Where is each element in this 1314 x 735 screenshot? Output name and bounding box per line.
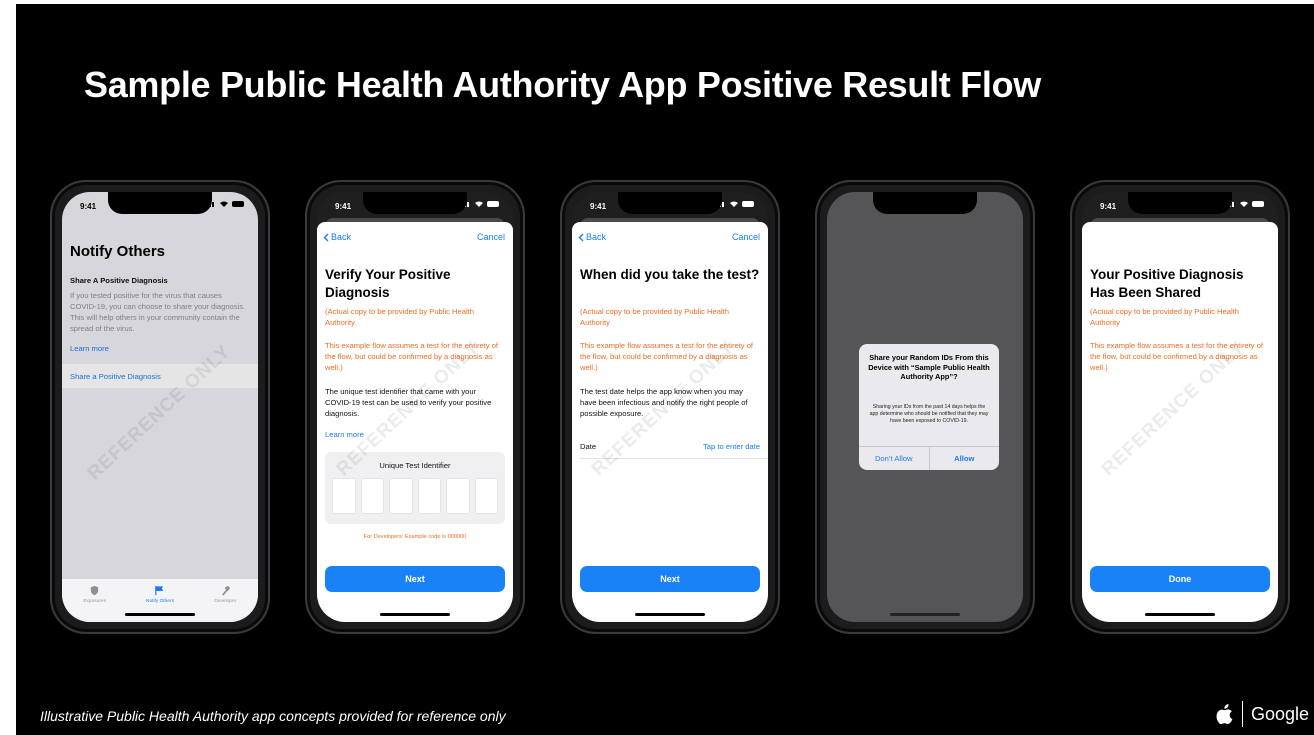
tab-label: Exposures xyxy=(83,599,106,604)
alert-buttons: Don’t Allow Allow xyxy=(859,446,999,470)
screen-title: Verify Your Positive Diagnosis xyxy=(325,267,451,300)
copy-note: (Actual copy to be provided by Public He… xyxy=(580,307,730,327)
status-time: 9:41 xyxy=(335,202,352,211)
code-digit-box[interactable] xyxy=(332,478,356,514)
done-button[interactable]: Done xyxy=(1090,566,1270,592)
phone-screen: 9:41 Back Cancel Verify Your Positive Di… xyxy=(317,192,513,622)
screen-title: When did you take the test? xyxy=(580,267,760,282)
chevron-left-icon xyxy=(578,233,584,241)
date-label: Date xyxy=(580,442,597,451)
cancel-button[interactable]: Cancel xyxy=(732,232,760,242)
battery-icon xyxy=(742,201,754,207)
learn-more-link[interactable]: Learn more xyxy=(325,430,364,439)
phone-screen: 9:41 Your Positive Diagnosis Has Been Sh… xyxy=(1082,192,1278,622)
phone-notch xyxy=(618,192,722,214)
copy-note: (Actual copy to be provided by Public He… xyxy=(325,307,475,327)
body-text: The unique test identifier that came wit… xyxy=(325,387,492,418)
hammer-icon xyxy=(221,585,230,596)
alert-message: Sharing your IDs from the past 14 days h… xyxy=(869,404,989,425)
phone-notch xyxy=(363,192,467,214)
phone-screen: Share your Random IDs From this Device w… xyxy=(827,192,1023,622)
tab-label: Developer xyxy=(214,599,237,604)
code-digit-box[interactable] xyxy=(389,478,413,514)
body-text: The test date helps the app know when yo… xyxy=(580,387,748,418)
wifi-icon xyxy=(730,201,738,207)
wifi-icon xyxy=(475,201,483,207)
home-indicator xyxy=(890,613,960,616)
phone-share-ids-alert: Share your Random IDs From this Device w… xyxy=(815,180,1035,634)
phone-notch xyxy=(108,192,212,214)
shield-icon xyxy=(90,585,99,596)
home-indicator xyxy=(635,613,705,616)
code-digit-box[interactable] xyxy=(474,478,498,514)
phone-notify-others: 9:41 Notify Others Share A Positive Diag… xyxy=(50,180,270,634)
phone-screen: 9:41 Back Cancel When did you take the t… xyxy=(572,192,768,622)
brand-logos: Google xyxy=(1216,701,1309,727)
phone-notch xyxy=(1128,192,1232,214)
wifi-icon xyxy=(1240,201,1248,207)
back-button[interactable]: Back xyxy=(578,232,606,242)
tab-exposures[interactable]: Exposures xyxy=(62,579,127,622)
flow-note: This example flow assumes a test for the… xyxy=(325,341,499,372)
phone-verify-diagnosis: 9:41 Back Cancel Verify Your Positive Di… xyxy=(305,180,525,634)
flag-icon xyxy=(155,585,164,596)
google-wordmark: Google xyxy=(1251,703,1310,724)
phone-test-date: 9:41 Back Cancel When did you take the t… xyxy=(560,180,780,634)
apple-logo-icon xyxy=(1216,704,1233,725)
tab-developer[interactable]: Developer xyxy=(193,579,258,622)
home-indicator xyxy=(380,613,450,616)
battery-icon xyxy=(1252,201,1264,207)
cancel-button[interactable]: Cancel xyxy=(477,232,505,242)
status-time: 9:41 xyxy=(1100,202,1117,211)
modal-sheet: Back Cancel When did you take the test? … xyxy=(572,222,768,622)
phone-notch xyxy=(873,192,977,214)
date-picker-trigger[interactable]: Tap to enter date xyxy=(703,442,760,451)
battery-icon xyxy=(487,201,499,207)
code-entry-panel: Unique Test Identifier xyxy=(325,452,505,524)
logo-divider xyxy=(1242,701,1243,727)
chevron-left-icon xyxy=(323,233,329,241)
home-indicator xyxy=(1145,613,1215,616)
footnote: Illustrative Public Health Authority app… xyxy=(40,708,506,724)
dim-overlay xyxy=(62,192,258,622)
row-divider xyxy=(580,458,768,459)
back-label: Back xyxy=(586,232,607,242)
allow-button[interactable]: Allow xyxy=(928,447,1000,470)
code-label: Unique Test Identifier xyxy=(379,461,451,470)
copy-note: (Actual copy to be provided by Public He… xyxy=(1090,307,1240,327)
dont-allow-button[interactable]: Don’t Allow xyxy=(859,447,929,470)
next-button[interactable]: Next xyxy=(325,566,505,592)
status-time: 9:41 xyxy=(590,202,607,211)
tab-label: Notify Others xyxy=(145,599,174,604)
back-label: Back xyxy=(331,232,352,242)
slide-title: Sample Public Health Authority App Posit… xyxy=(84,64,1041,105)
back-button[interactable]: Back xyxy=(323,232,351,242)
developer-note: For Developers: Example code is 000000 xyxy=(363,534,467,540)
modal-sheet: Your Positive Diagnosis Has Been Shared … xyxy=(1082,222,1278,622)
home-indicator xyxy=(125,613,195,616)
phone-diagnosis-shared: 9:41 Your Positive Diagnosis Has Been Sh… xyxy=(1070,180,1290,634)
next-button[interactable]: Next xyxy=(580,566,760,592)
flow-note: This example flow assumes a test for the… xyxy=(580,341,754,372)
alert-title: Share your Random IDs From this Device w… xyxy=(868,353,990,382)
screen-title: Your Positive Diagnosis Has Been Shared xyxy=(1090,267,1244,300)
slide: Sample Public Health Authority App Posit… xyxy=(16,4,1314,735)
code-digit-box[interactable] xyxy=(417,478,441,514)
share-ids-alert: Share your Random IDs From this Device w… xyxy=(859,344,999,470)
code-digit-box[interactable] xyxy=(446,478,470,514)
modal-sheet: Back Cancel Verify Your Positive Diagnos… xyxy=(317,222,513,622)
code-digit-box[interactable] xyxy=(360,478,384,514)
flow-note: This example flow assumes a test for the… xyxy=(1090,341,1264,372)
code-boxes[interactable] xyxy=(332,478,498,514)
phone-screen: 9:41 Notify Others Share A Positive Diag… xyxy=(62,192,258,622)
